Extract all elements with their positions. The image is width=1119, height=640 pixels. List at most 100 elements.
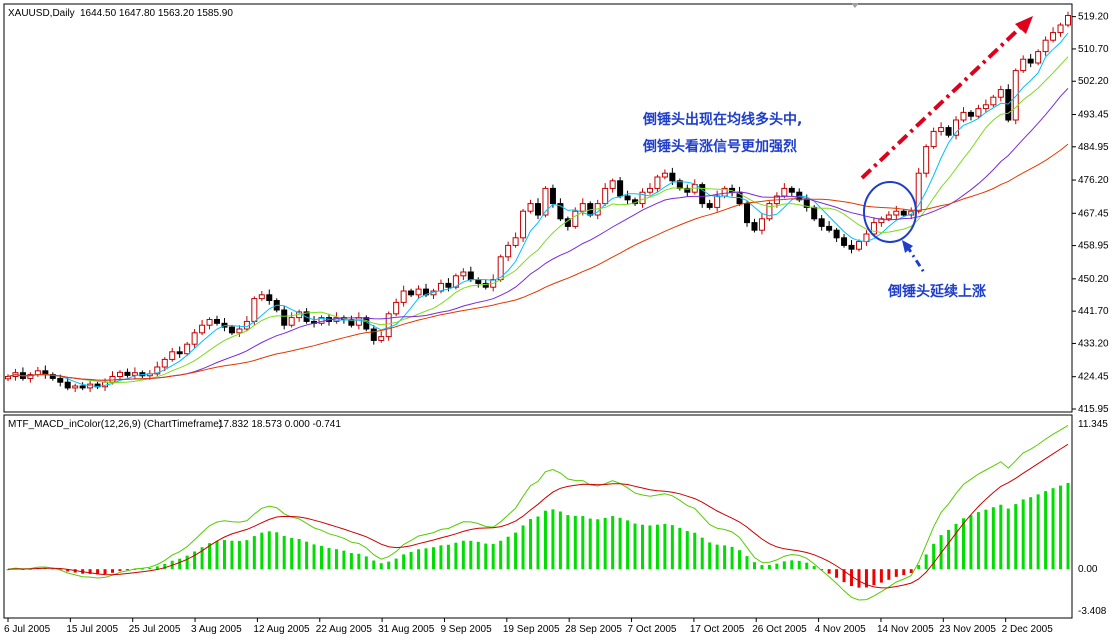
time-tick-label: 4 Nov 2005 xyxy=(815,624,867,635)
macd-histogram-bar xyxy=(902,569,906,576)
candle xyxy=(131,372,138,376)
macd-histogram-bar xyxy=(827,569,831,574)
macd-histogram-bar xyxy=(118,569,122,572)
candle xyxy=(602,187,609,205)
macd-histogram-bar xyxy=(790,560,794,570)
macd-histogram-bar xyxy=(1021,499,1025,570)
candle xyxy=(982,104,989,110)
macd-histogram-bar xyxy=(543,510,547,570)
macd-histogram-bar xyxy=(603,517,607,570)
macd-histogram-bar xyxy=(969,515,973,570)
candle xyxy=(967,111,974,117)
macd-histogram-bar xyxy=(305,541,309,570)
annotation-line-1: 倒锤头出现在均线多头中, xyxy=(642,111,802,128)
macd-histogram-bar xyxy=(290,537,294,570)
candle xyxy=(109,376,116,383)
candle xyxy=(990,96,997,106)
candle xyxy=(258,294,265,300)
candle xyxy=(788,187,795,193)
macd-histogram-bar xyxy=(1066,482,1070,570)
macd-histogram-bar xyxy=(1059,485,1063,570)
macd-histogram-bar xyxy=(685,531,689,570)
candle xyxy=(393,301,400,315)
candle xyxy=(841,237,848,246)
macd-histogram-bar xyxy=(551,509,555,570)
candle xyxy=(79,385,86,389)
price-tick-label: 415.95 xyxy=(1078,404,1109,415)
candle xyxy=(900,210,907,216)
macd-histogram-bar xyxy=(797,560,801,570)
candle xyxy=(512,237,519,246)
macd-histogram-bar xyxy=(193,551,197,570)
candle xyxy=(266,294,273,302)
candle xyxy=(1020,58,1027,72)
macd-histogram-bar xyxy=(887,569,891,580)
macd-histogram-bar xyxy=(454,542,458,570)
macd-histogram-bar xyxy=(872,569,876,586)
price-tick-label: 441.70 xyxy=(1078,306,1109,317)
macd-histogram-bar xyxy=(670,525,674,570)
time-tick-label: 17 Oct 2005 xyxy=(690,624,745,635)
macd-histogram-bar xyxy=(693,532,697,570)
macd-histogram-bar xyxy=(588,518,592,570)
price-tick-label: 493.45 xyxy=(1078,109,1109,120)
candle xyxy=(57,377,64,383)
macd-histogram-bar xyxy=(342,550,346,570)
candle xyxy=(161,358,168,368)
candle xyxy=(400,290,407,303)
candle xyxy=(467,271,474,281)
macd-histogram-bar xyxy=(446,544,450,570)
candle xyxy=(1027,58,1034,64)
macd-histogram-bar xyxy=(320,545,324,570)
macd-histogram-bar xyxy=(461,540,465,570)
macd-histogram-bar xyxy=(297,538,301,570)
time-tick-label: 2 Dec 2005 xyxy=(1002,624,1054,635)
macd-histogram-bar xyxy=(424,548,428,570)
time-tick-label: 12 Aug 2005 xyxy=(253,624,310,635)
time-tick-label: 28 Sep 2005 xyxy=(565,624,622,635)
macd-histogram-bar xyxy=(372,560,376,570)
candle xyxy=(445,282,452,288)
macd-histogram-bar xyxy=(1014,504,1018,570)
time-tick-label: 7 Oct 2005 xyxy=(628,624,677,635)
candle xyxy=(811,206,818,220)
annotation-continue: 倒锤头延续上涨 xyxy=(887,283,986,300)
price-tick-label: 424.45 xyxy=(1078,372,1109,383)
macd-histogram-bar xyxy=(767,564,771,570)
macd-histogram-bar xyxy=(111,569,115,573)
candle xyxy=(1042,39,1049,53)
macd-histogram-bar xyxy=(760,565,764,570)
price-tick-label: 450.20 xyxy=(1078,274,1109,285)
candle xyxy=(415,288,422,296)
candle xyxy=(938,127,945,132)
candle xyxy=(281,309,288,326)
macd-histogram-bar xyxy=(417,549,421,570)
candle xyxy=(251,298,258,322)
time-tick-label: 26 Oct 2005 xyxy=(752,624,807,635)
macd-histogram-bar xyxy=(245,540,249,570)
candle xyxy=(520,210,527,239)
macd-histogram-bar xyxy=(230,540,234,570)
price-tick-label: 484.95 xyxy=(1078,142,1109,153)
macd-histogram-bar xyxy=(499,540,503,570)
macd-histogram-bar xyxy=(932,543,936,570)
candle xyxy=(116,371,123,378)
candle xyxy=(169,351,176,360)
candle xyxy=(505,244,512,258)
macd-histogram-bar xyxy=(775,563,779,570)
candle xyxy=(176,351,183,355)
macd-histogram-bar xyxy=(850,569,854,587)
macd-histogram-bar xyxy=(924,554,928,570)
candle xyxy=(1065,15,1071,26)
macd-histogram-bar xyxy=(185,555,189,570)
macd-histogram-bar xyxy=(700,537,704,570)
macd-histogram-bar xyxy=(909,569,913,574)
candle xyxy=(1012,70,1019,121)
macd-histogram-bar xyxy=(260,532,264,570)
candle xyxy=(184,343,191,355)
macd-histogram-bar xyxy=(409,551,413,570)
candle xyxy=(609,180,616,189)
macd-values-label: 17.832 18.573 0.000 -0.741 xyxy=(218,419,341,430)
macd-histogram-bar xyxy=(566,515,570,570)
price-ohlc-label: 1644.50 1647.80 1563.20 1585.90 xyxy=(80,8,233,19)
